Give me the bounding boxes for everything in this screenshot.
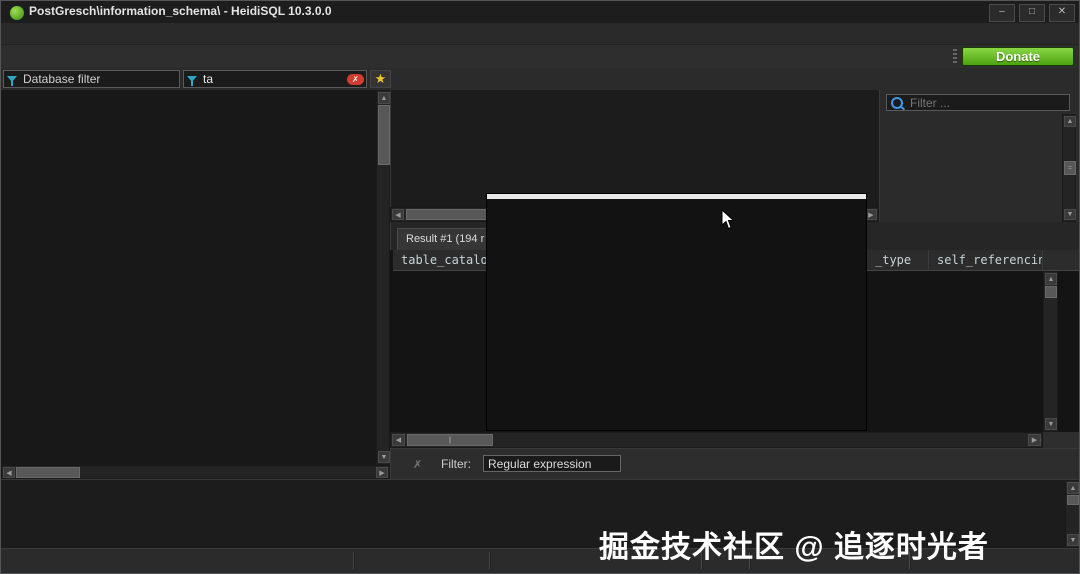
scroll-down-icon[interactable]: ▼ xyxy=(378,451,390,463)
mouse-cursor xyxy=(721,209,736,230)
helpers-scrollbar[interactable]: ▲ = ▼ xyxy=(1062,114,1076,222)
funnel-icon xyxy=(7,76,17,82)
database-filter-input[interactable] xyxy=(21,71,179,87)
grid-vertical-scrollbar[interactable]: ▲ ▼ xyxy=(1043,271,1058,432)
scroll-down-icon[interactable]: ▼ xyxy=(1045,418,1057,430)
window-title: PostGresch\information_schema\ - HeidiSQ… xyxy=(29,4,332,18)
scroll-down-icon[interactable]: ▼ xyxy=(1064,209,1076,220)
scrollbar-thumb[interactable]: = xyxy=(1064,161,1076,175)
filter-tab-row: ✗ ★ xyxy=(1,68,1080,91)
log-vertical-scrollbar[interactable]: ▲ ▼ xyxy=(1065,480,1080,548)
favorites-star-button[interactable]: ★ xyxy=(370,70,391,88)
menu-bar xyxy=(1,23,1080,45)
database-tree xyxy=(1,90,390,465)
minimize-button[interactable]: – xyxy=(989,4,1015,22)
scrollbar-thumb[interactable] xyxy=(1045,286,1057,298)
grid-horizontal-scrollbar[interactable]: ◀ ∥ ▶ xyxy=(390,432,1043,448)
scroll-right-icon[interactable]: ▶ xyxy=(376,467,388,478)
sql-editor[interactable] xyxy=(390,90,880,207)
query-helpers-panel: ▲ = ▼ xyxy=(879,90,1080,227)
column-header-filler xyxy=(1043,250,1080,271)
scroll-down-icon[interactable]: ▼ xyxy=(1067,534,1079,546)
column-header-type[interactable]: _type xyxy=(867,250,929,271)
helpers-filter-box xyxy=(886,94,1070,111)
tree-horizontal-scrollbar[interactable]: ◀ ▶ xyxy=(1,465,390,479)
close-button[interactable]: ✕ xyxy=(1049,4,1075,22)
clear-filter-icon[interactable]: ✗ xyxy=(347,74,364,85)
grid-filter-label: Filter: xyxy=(441,457,471,471)
table-filter-input[interactable] xyxy=(201,71,347,87)
grid-filter-row: ✗ Filter: xyxy=(390,448,1080,480)
grid-filter-input[interactable] xyxy=(483,455,621,472)
scrollbar-thumb[interactable] xyxy=(406,209,494,220)
scroll-left-icon[interactable]: ◀ xyxy=(392,209,404,220)
scrollbar-thumb[interactable] xyxy=(378,105,390,165)
scrollbar-thumb[interactable] xyxy=(1067,495,1079,505)
clear-grid-filter-icon[interactable]: ✗ xyxy=(413,458,422,471)
result-tab-label: Result #1 (194 r xyxy=(406,233,484,245)
table-filter-box: ✗ xyxy=(183,70,367,88)
result-tab[interactable]: Result #1 (194 r › xyxy=(397,228,500,250)
watermark-text: 掘金技术社区 @ 追逐时光者 xyxy=(599,522,989,566)
donate-button[interactable]: Donate xyxy=(962,47,1074,66)
scrollbar-thumb[interactable] xyxy=(16,467,80,478)
heidisql-logo-icon xyxy=(9,5,25,21)
status-divider xyxy=(489,552,491,569)
toolbar xyxy=(1,45,956,68)
title-bar: PostGresch\information_schema\ - HeidiSQ… xyxy=(1,1,1080,23)
autocomplete-dropdown xyxy=(486,193,867,431)
maximize-button[interactable]: □ xyxy=(1019,4,1045,22)
scroll-left-icon[interactable]: ◀ xyxy=(3,467,15,478)
scroll-up-icon[interactable]: ▲ xyxy=(1067,482,1079,494)
heidisql-window: PostGresch\information_schema\ - HeidiSQ… xyxy=(0,0,1080,574)
dropdown-scroll-strip[interactable] xyxy=(487,194,866,199)
funnel-icon xyxy=(187,76,197,82)
tree-vertical-scrollbar[interactable]: ▲ ▼ xyxy=(376,90,390,465)
column-header-table-catalog[interactable]: table_catalog xyxy=(393,250,490,271)
helpers-filter-input[interactable] xyxy=(908,95,1069,111)
scroll-right-icon[interactable]: ▶ xyxy=(1028,434,1041,446)
toolbar-grip xyxy=(953,49,957,65)
scroll-left-icon[interactable]: ◀ xyxy=(392,434,405,446)
scroll-up-icon[interactable]: ▲ xyxy=(1045,273,1057,285)
search-icon xyxy=(891,97,903,109)
column-header-self-referencing[interactable]: self_referencing_col xyxy=(929,250,1043,271)
window-controls: – □ ✕ xyxy=(989,4,1075,22)
scroll-up-icon[interactable]: ▲ xyxy=(378,92,390,104)
status-divider xyxy=(353,552,355,569)
scroll-up-icon[interactable]: ▲ xyxy=(1064,116,1076,127)
scrollbar-thumb[interactable]: ∥ xyxy=(407,434,493,446)
database-filter-box xyxy=(3,70,180,88)
